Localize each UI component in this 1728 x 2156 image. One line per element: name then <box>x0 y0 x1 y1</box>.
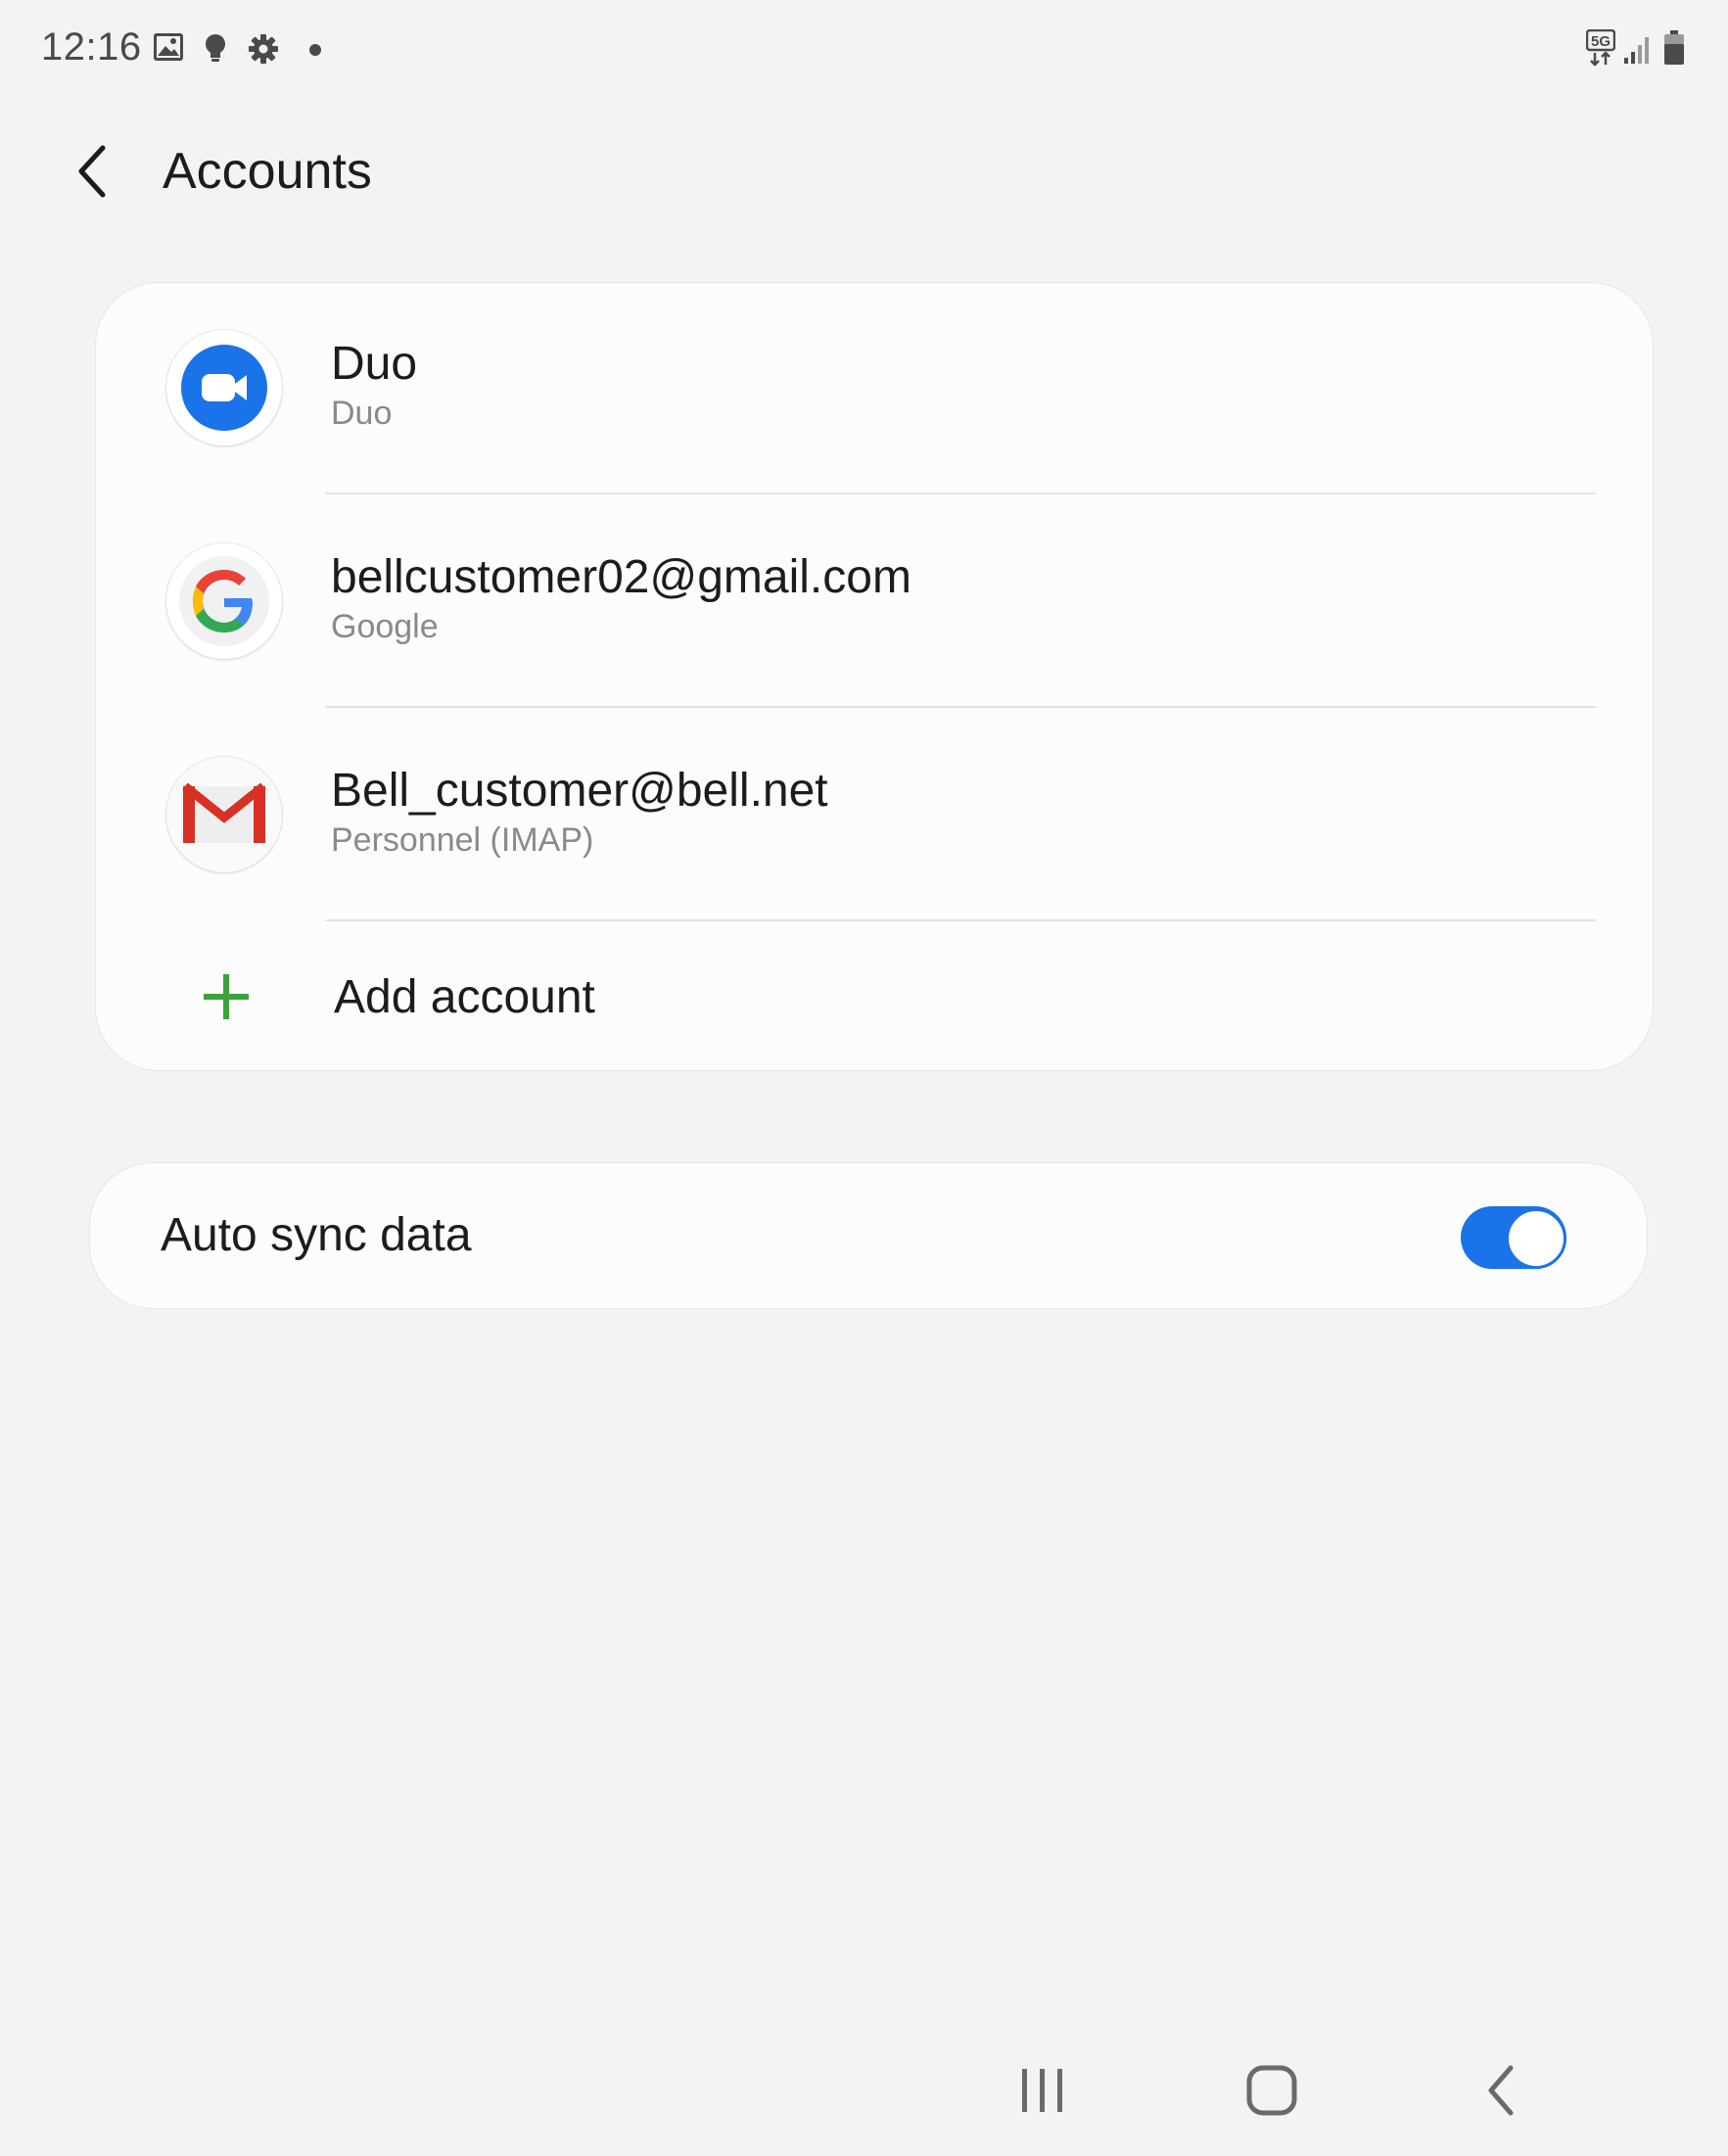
auto-sync-toggle[interactable] <box>1461 1206 1566 1269</box>
account-subtitle: Duo <box>331 395 393 432</box>
nav-back-button[interactable] <box>1457 2056 1545 2125</box>
recent-apps-button[interactable] <box>999 2056 1087 2125</box>
home-icon <box>1246 2065 1297 2116</box>
image-icon <box>153 32 184 67</box>
bulb-icon <box>203 33 228 70</box>
network-5g-label: 5G <box>1591 33 1611 50</box>
divider <box>325 919 1596 921</box>
account-item-imap[interactable]: Bell_customer@bell.net Personnel (IMAP) <box>96 710 1653 923</box>
page-title: Accounts <box>163 143 372 200</box>
toggle-knob <box>1506 1208 1566 1269</box>
back-button[interactable] <box>57 137 125 206</box>
account-title: Bell_customer@bell.net <box>331 765 828 817</box>
gear-icon <box>248 33 279 70</box>
account-title: bellcustomer02@gmail.com <box>331 551 911 603</box>
auto-sync-card[interactable]: Auto sync data <box>90 1163 1647 1308</box>
status-bar: 12:16 5G <box>0 0 1728 98</box>
plus-icon <box>204 974 249 1019</box>
network-5g-icon: 5G <box>1585 28 1616 71</box>
divider <box>325 706 1596 708</box>
google-icon <box>166 543 282 659</box>
add-account-label: Add account <box>334 971 595 1023</box>
account-subtitle: Personnel (IMAP) <box>331 821 594 859</box>
auto-sync-label: Auto sync data <box>161 1209 472 1261</box>
account-item-google[interactable]: bellcustomer02@gmail.com Google <box>96 496 1653 710</box>
account-item-duo[interactable]: Duo Duo <box>96 283 1653 496</box>
accounts-card: Duo Duo bellcustomer02@gmail.com Google … <box>96 283 1653 1070</box>
dot-icon <box>309 44 321 56</box>
duo-icon <box>166 330 282 445</box>
battery-icon <box>1663 30 1685 70</box>
account-subtitle: Google <box>331 608 439 645</box>
chevron-left-icon <box>78 145 106 198</box>
account-title: Duo <box>331 338 418 390</box>
divider <box>325 492 1596 494</box>
gmail-icon <box>166 757 282 872</box>
status-time: 12:16 <box>41 25 142 69</box>
home-button[interactable] <box>1228 2056 1316 2125</box>
add-account-button[interactable]: Add account <box>96 923 1653 1070</box>
back-icon <box>1488 2065 1514 2116</box>
signal-icon <box>1623 35 1653 70</box>
recent-apps-icon <box>1022 2069 1062 2112</box>
